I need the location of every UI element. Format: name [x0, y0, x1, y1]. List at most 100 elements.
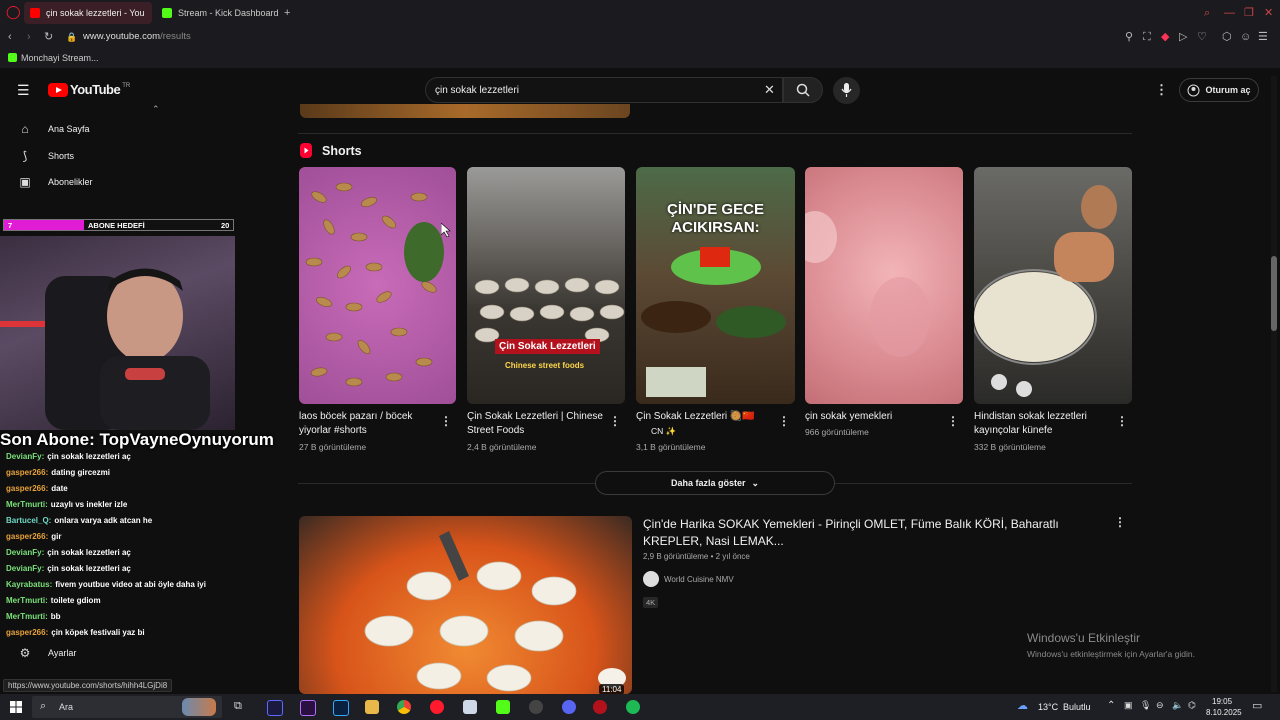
reload-icon[interactable]: ↻ — [44, 31, 53, 43]
channel-avatar[interactable] — [643, 571, 659, 587]
close-window-icon[interactable]: ✕ — [1264, 7, 1273, 19]
quality-badge: 4K — [643, 597, 659, 608]
weather-temp[interactable]: 13°C — [1038, 702, 1058, 712]
clock-time[interactable]: 19:05 — [1212, 697, 1232, 706]
back-icon[interactable]: ‹ — [8, 31, 12, 43]
chat-username: DevianFy: — [6, 548, 45, 557]
after-effects-icon[interactable] — [300, 700, 316, 716]
record-tray-icon[interactable]: ⊖ — [1156, 700, 1164, 711]
url-field[interactable]: www.youtube.com/results — [83, 31, 191, 42]
short-thumbnail[interactable] — [974, 167, 1132, 404]
tab-youtube[interactable]: çin sokak lezzetleri - You — [24, 2, 152, 24]
tab-kick[interactable]: Stream - Kick Dashboard — [156, 2, 280, 24]
short-thumbnail[interactable]: Çin Sokak Lezzetleri Chinese street food… — [467, 167, 625, 404]
windows-start-icon[interactable] — [10, 701, 22, 713]
signin-button[interactable]: Oturum aç — [1179, 78, 1259, 102]
sidebar-item-home[interactable]: ⌂ Ana Sayfa — [0, 116, 260, 142]
notepad-icon[interactable] — [463, 700, 477, 714]
chrome-icon[interactable] — [397, 700, 411, 714]
voice-search-button[interactable] — [833, 77, 860, 104]
short-menu-icon[interactable]: ⋮ — [778, 414, 790, 428]
pocket-icon[interactable]: ◆ — [1161, 31, 1169, 43]
opera-logo-icon[interactable]: ◯ — [6, 5, 21, 18]
opera-icon[interactable] — [430, 700, 444, 714]
sidebar-item-label: Shorts — [48, 151, 75, 161]
short-menu-icon[interactable]: ⋮ — [1116, 414, 1128, 428]
premiere-icon[interactable] — [267, 700, 283, 716]
player-icon[interactable]: ▷ — [1179, 31, 1187, 43]
short-thumbnail[interactable] — [805, 167, 963, 404]
short-thumbnail[interactable] — [299, 167, 456, 404]
video-menu-icon[interactable]: ⋮ — [1114, 515, 1126, 529]
bookmark-item[interactable]: Monchayi Stream... — [21, 53, 99, 63]
search-icon — [796, 83, 810, 97]
previous-video-thumbnail[interactable] — [300, 104, 630, 118]
video-thumbnail[interactable]: 11:04 — [299, 516, 632, 694]
url-path: /results — [160, 31, 191, 42]
show-more-button[interactable]: Daha fazla göster ⌄ — [595, 471, 835, 495]
short-menu-icon[interactable]: ⋮ — [440, 414, 452, 428]
tray-app-icon[interactable]: ▣ — [1124, 700, 1133, 711]
forward-icon[interactable]: › — [27, 31, 31, 43]
notifications-icon[interactable]: ▭ — [1252, 699, 1262, 712]
channel-name[interactable]: World Cuisine NMV — [664, 575, 734, 584]
short-title[interactable]: laos böcek pazarı / böcek yiyorlar #shor… — [299, 410, 439, 438]
youtube-logo[interactable]: YouTube TR — [48, 82, 130, 97]
obs-icon[interactable] — [529, 700, 543, 714]
photoshop-icon[interactable] — [333, 700, 349, 716]
short-title[interactable]: Hindistan sokak lezzetleri kayınçolar kü… — [974, 410, 1114, 438]
subscriber-goal-bar: 7 ABONE HEDEFİ 20 — [3, 219, 234, 231]
search-tabs-icon[interactable]: ⌕ — [1204, 7, 1210, 19]
profile-icon[interactable]: ☺ — [1240, 31, 1251, 43]
short-thumbnail[interactable]: ÇİN'DE GECE ACIKIRSAN: — [636, 167, 795, 404]
search-highlight-image — [182, 698, 216, 716]
page-scrollbar[interactable] — [1271, 76, 1277, 692]
short-menu-icon[interactable]: ⋮ — [947, 414, 959, 428]
chat-message: Kayrabatus: fivem youtbue video at abi öy… — [6, 580, 206, 589]
sidebar-item-shorts[interactable]: ⟆ Shorts — [0, 143, 260, 169]
task-view-icon[interactable]: ⧉ — [234, 700, 242, 713]
search-input[interactable]: çin sokak lezzetleri ✕ — [425, 77, 783, 103]
spotify-icon[interactable] — [626, 700, 640, 714]
weather-desc[interactable]: Bulutlu — [1063, 702, 1091, 712]
short-title[interactable]: Çin Sokak Lezzetleri 🥘🇨🇳 — [636, 410, 776, 424]
chat-message: gasper266: date — [6, 484, 68, 493]
video-title[interactable]: Çin'de Harika SOKAK Yemekleri - Pirinçli… — [643, 516, 1103, 550]
short-menu-icon[interactable]: ⋮ — [609, 414, 621, 428]
volume-icon[interactable]: 🔈 — [1172, 700, 1183, 711]
heart-icon[interactable]: ♡ — [1197, 31, 1207, 43]
minimize-icon[interactable]: — — [1224, 7, 1235, 19]
pin-icon[interactable]: ⚲ — [1125, 31, 1133, 43]
clear-search-icon[interactable]: ✕ — [764, 82, 775, 98]
scroll-up-icon[interactable]: ⌃ — [152, 104, 160, 115]
short-title[interactable]: çin sokak yemekleri — [805, 410, 945, 424]
clock-date[interactable]: 8.10.2025 — [1206, 708, 1242, 717]
kick-icon[interactable] — [496, 700, 510, 714]
chat-text: çin sokak lezzetleri aç — [47, 452, 131, 461]
chat-message: gasper266: gir — [6, 532, 61, 541]
chat-message: MerTmurti: uzaylı vs inekler izle — [6, 500, 127, 509]
hamburger-menu-icon[interactable]: ☰ — [17, 82, 30, 99]
discord-icon[interactable] — [562, 700, 576, 714]
goal-progress-fill — [4, 220, 85, 230]
new-tab-icon[interactable]: + — [284, 7, 290, 19]
microphone-tray-icon[interactable]: 🎙 — [1140, 700, 1151, 711]
more-options-icon[interactable]: ⋮ — [1155, 82, 1168, 98]
search-button[interactable] — [783, 77, 823, 103]
snapshot-icon[interactable]: ⛶ — [1143, 31, 1151, 43]
file-explorer-icon[interactable] — [365, 700, 379, 714]
extensions-icon[interactable]: ⬡ — [1222, 31, 1232, 43]
scrollbar-thumb[interactable] — [1271, 256, 1277, 331]
chat-text: onlara varya adk atcan he — [54, 516, 153, 525]
sidebar-item-subscriptions[interactable]: ▣ Abonelikler — [0, 169, 260, 195]
chat-message: DevianFy: çin sokak lezzetleri aç — [6, 452, 131, 461]
menu-icon[interactable]: ☰ — [1258, 31, 1268, 43]
chat-username: MerTmurti: — [6, 596, 48, 605]
chat-text: dating gircezmi — [51, 468, 110, 477]
short-title[interactable]: Çin Sokak Lezzetleri | Chinese Street Fo… — [467, 410, 607, 438]
taskbar-search[interactable]: ⌕ Ara — [32, 696, 222, 718]
tray-chevron-icon[interactable]: ⌃ — [1107, 700, 1115, 711]
network-icon[interactable]: ⌬ — [1188, 700, 1196, 711]
maximize-icon[interactable]: ❐ — [1244, 7, 1254, 19]
opera-gx-icon[interactable] — [593, 700, 607, 714]
